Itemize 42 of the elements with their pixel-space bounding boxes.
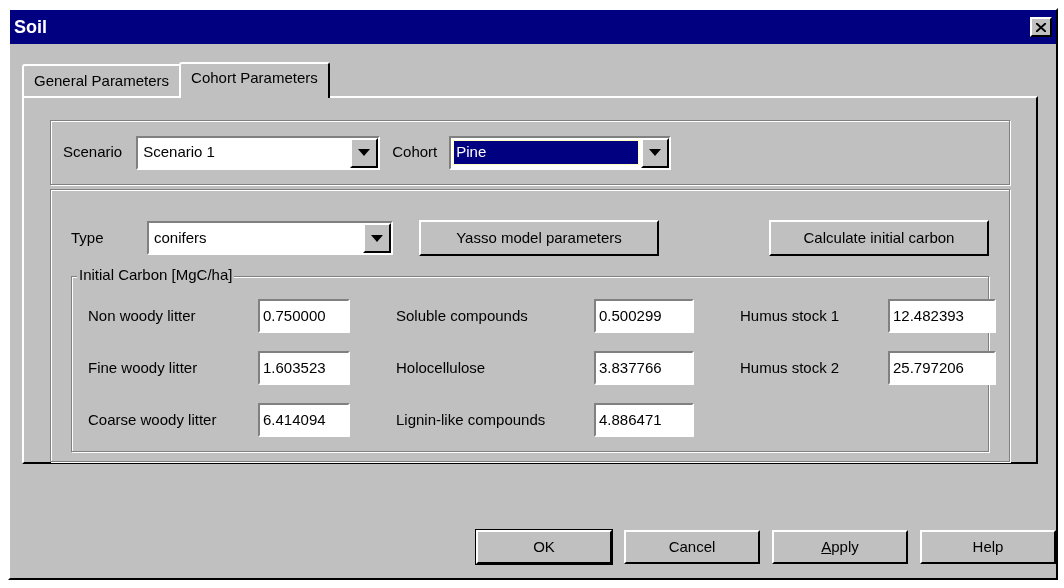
tab[interactable]: General Parameters — [22, 64, 182, 96]
dropdown-field[interactable]: conifers — [147, 221, 393, 256]
input-field[interactable]: 0.500299 — [594, 299, 694, 334]
caret-down-icon — [371, 234, 383, 242]
field-label: Cohort — [392, 142, 438, 163]
input-field[interactable]: 4.886471 — [594, 403, 694, 438]
tab[interactable]: Cohort Parameters — [179, 62, 330, 98]
selected-value: Scenario 1 — [142, 142, 216, 163]
caret-down-icon — [649, 149, 662, 157]
dialog-button[interactable]: OK — [476, 530, 612, 564]
dropdown-arrow-button[interactable] — [641, 137, 670, 168]
close-icon — [1036, 22, 1046, 32]
input-field[interactable]: 12.482393 — [888, 299, 996, 334]
field-label: Lignin-like compounds — [396, 409, 547, 430]
input-field[interactable]: 0.750000 — [258, 299, 350, 334]
close-button[interactable] — [1030, 17, 1052, 37]
field-label: Fine woody litter — [88, 357, 199, 378]
field-label: Holocellulose — [396, 357, 487, 378]
selected-value: Pine — [454, 141, 639, 164]
dropdown-arrow-button[interactable] — [363, 223, 391, 254]
push-button[interactable]: Yasso model parameters — [419, 220, 659, 257]
field-label: Soluble compounds — [396, 305, 529, 326]
window-title: Soil — [14, 15, 47, 39]
field-label: Non woody litter — [88, 305, 197, 326]
field-label: Scenario — [63, 142, 123, 163]
dialog-button[interactable]: Apply — [772, 530, 908, 564]
field-label: Type — [71, 227, 105, 248]
caret-down-icon — [358, 149, 371, 157]
input-field[interactable]: 6.414094 — [258, 403, 350, 438]
dialog-button[interactable]: Cancel — [624, 530, 760, 564]
field-label: Humus stock 2 — [740, 357, 841, 378]
dialog-button[interactable]: Help — [920, 530, 1056, 564]
field-label: Coarse woody litter — [88, 409, 218, 430]
selected-value: conifers — [153, 227, 208, 248]
input-field[interactable]: 3.837766 — [594, 351, 694, 386]
input-field[interactable]: 1.603523 — [258, 351, 350, 386]
field-label: Humus stock 1 — [740, 305, 841, 326]
dropdown-field[interactable]: Scenario 1 — [136, 135, 381, 170]
dropdown-field[interactable]: Pine — [449, 135, 672, 170]
dropdown-arrow-button[interactable] — [350, 137, 379, 168]
input-field[interactable]: 25.797206 — [888, 351, 996, 386]
push-button[interactable]: Calculate initial carbon — [769, 220, 989, 257]
